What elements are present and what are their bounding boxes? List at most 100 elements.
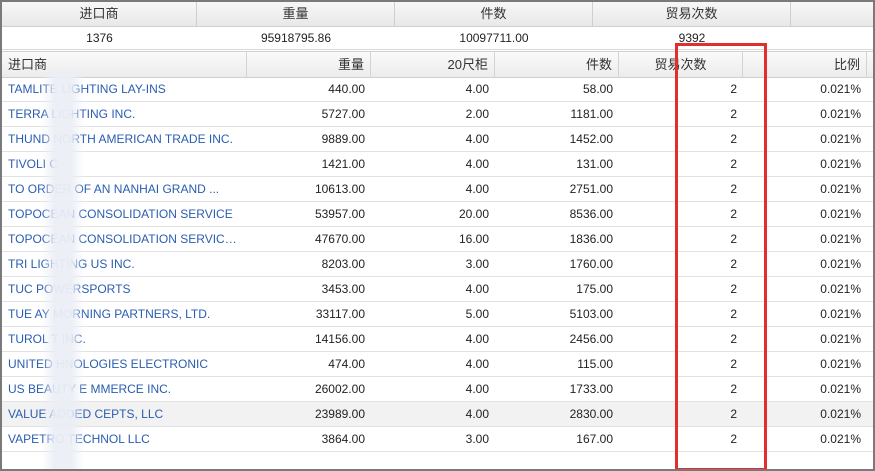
table-row[interactable]: TOPOCEAN CONSOLIDATION SERVICE (LO 47670.… [2,227,873,252]
cell-20ft-container: 16.00 [458,232,489,246]
cell-20ft-container: 4.00 [465,357,489,371]
cell-weight: 10613.00 [314,182,365,196]
cell-ratio: 0.021% [820,307,861,321]
col-header-weight[interactable]: 重量 [247,52,371,77]
cell-importer-name[interactable]: TOPOCEAN CONSOLIDATION SERVICE (LO [2,227,247,252]
cell-importer-name[interactable]: TUC POWERSPORTS [2,277,247,302]
cell-importer-name[interactable]: TUROL T INC. [2,327,247,352]
cell-ratio: 0.021% [820,257,861,271]
cell-trades: 2 [730,307,737,321]
cell-weight: 23989.00 [314,407,365,421]
cell-20ft-container: 3.00 [465,432,489,446]
cell-pieces: 2456.00 [569,332,613,346]
cell-20ft-container: 3.00 [465,257,489,271]
cell-pieces: 1836.00 [569,232,613,246]
table-row[interactable]: TUC POWERSPORTS 3453.00 4.00 175.00 2 0.021% [2,277,873,302]
cell-20ft-container: 4.00 [465,407,489,421]
cell-pieces: 115.00 [577,357,613,371]
table-row[interactable]: TRI LIGHTING US INC. 8203.00 3.00 1760.00 2 0… [2,252,873,277]
cell-importer-name[interactable]: UNITED HNOLOGIES ELECTRONIC [2,352,247,377]
cell-importer-name[interactable]: US BEAUTY E MMERCE INC. [2,377,247,402]
cell-weight: 3864.00 [321,432,365,446]
cell-ratio: 0.021% [820,382,861,396]
col-header-trades[interactable]: 贸易次数 [619,52,743,77]
summary-col-extra[interactable]: 2 [791,2,873,26]
cell-importer-name[interactable]: TAMLITE LIGHTING LAY-INS [2,77,247,102]
summary-trades-total: 9392 [678,31,706,45]
cell-weight: 3453.00 [321,282,365,296]
cell-importer-name[interactable]: VALUE ADDED CEPTS, LLC [2,402,247,427]
cell-ratio: 0.021% [820,407,861,421]
table-body: TAMLITE LIGHTING LAY-INS 440.00 4.00 58.00 2… [2,77,873,452]
cell-20ft-container: 4.00 [465,132,489,146]
cell-20ft-container: 4.00 [465,82,489,96]
cell-20ft-container: 4.00 [465,282,489,296]
cell-weight: 474.00 [328,357,365,371]
cell-pieces: 175.00 [576,282,613,296]
cell-trades: 2 [730,257,737,271]
cell-trades: 2 [730,82,737,96]
table-row[interactable]: TUROL T INC. 14156.00 4.00 2456.00 2 0.021% [2,327,873,352]
cell-importer-name[interactable]: TRI LIGHTING US INC. [2,252,247,277]
cell-trades: 2 [730,232,737,246]
cell-weight: 440.00 [328,82,365,96]
cell-trades: 2 [730,282,737,296]
col-header-pieces[interactable]: 件数 [495,52,619,77]
cell-weight: 8203.00 [321,257,365,271]
cell-importer-name[interactable]: TUE AY MORNING PARTNERS, LTD. [2,302,247,327]
cell-trades: 2 [730,382,737,396]
summary-extra-value: 20 [791,27,873,49]
summary-col-trades[interactable]: 贸易次数 [593,2,791,26]
table-row[interactable]: UNITED HNOLOGIES ELECTRONIC 474.00 4.00 115… [2,352,873,377]
cell-20ft-container: 5.00 [465,307,489,321]
cell-20ft-container: 2.00 [465,107,489,121]
table-row[interactable]: THUND NORTH AMERICAN TRADE INC. 9889.00 4.… [2,127,873,152]
col-header-importer[interactable]: 进口商 [2,52,247,77]
cell-importer-name[interactable]: TOPOCEAN CONSOLIDATION SERVICE [2,202,247,227]
cell-trades: 2 [730,357,737,371]
cell-pieces: 131.00 [576,157,613,171]
cell-importer-name[interactable]: VAPETRO TECHNOL LLC [2,427,247,452]
cell-importer-name[interactable]: TO ORDER OF AN NANHAI GRAND ... [2,177,247,202]
cell-trades: 2 [730,132,737,146]
summary-col-importer[interactable]: 进口商 [2,2,197,26]
cell-importer-name[interactable]: THUND NORTH AMERICAN TRADE INC. [2,127,247,152]
cell-importer-name[interactable]: TERRA LIGHTING INC. [2,102,247,127]
cell-pieces: 2751.00 [569,182,613,196]
cell-ratio: 0.021% [820,332,861,346]
cell-trades: 2 [730,157,737,171]
cell-20ft-container: 4.00 [465,182,489,196]
cell-pieces: 8536.00 [569,207,613,221]
table-row[interactable]: TIVOLI C 1421.00 4.00 131.00 2 0.021% [2,152,873,177]
cell-pieces: 58.00 [582,82,613,96]
table-row[interactable]: US BEAUTY E MMERCE INC. 26002.00 4.00 1733.… [2,377,873,402]
summary-col-pieces[interactable]: 件数 [395,2,593,26]
cell-trades: 2 [730,207,737,221]
table-row[interactable]: TUE AY MORNING PARTNERS, LTD. 33117.00 5.0… [2,302,873,327]
cell-20ft-container: 4.00 [465,382,489,396]
table-row[interactable]: VAPETRO TECHNOL LLC 3864.00 3.00 167.00 2 0.0… [2,427,873,452]
cell-trades: 2 [730,432,737,446]
cell-trades: 2 [730,182,737,196]
table-row[interactable]: TOPOCEAN CONSOLIDATION SERVICE 53957.00 20… [2,202,873,227]
table-row[interactable]: TO ORDER OF AN NANHAI GRAND ... 10613.00 4… [2,177,873,202]
col-header-ratio[interactable]: 比例 [743,52,867,77]
cell-weight: 9889.00 [321,132,365,146]
cell-ratio: 0.021% [820,207,861,221]
cell-weight: 47670.00 [314,232,365,246]
cell-ratio: 0.021% [820,282,861,296]
table-row[interactable]: TERRA LIGHTING INC. 5727.00 2.00 1181.00 2 0.… [2,102,873,127]
cell-weight: 26002.00 [314,382,365,396]
data-grid-frame: 进口商 重量 件数 贸易次数 2 1376 95918795.86 100977… [0,0,875,471]
cell-20ft-container: 4.00 [465,157,489,171]
cell-pieces: 167.00 [576,432,613,446]
cell-ratio: 0.021% [820,82,861,96]
table-header: 进口商 重量 20尺柜 件数 贸易次数 比例 [2,51,873,78]
table-row[interactable]: VALUE ADDED CEPTS, LLC 23989.00 4.00 2830.0… [2,402,873,427]
summary-col-weight[interactable]: 重量 [197,2,395,26]
cell-pieces: 1733.00 [569,382,613,396]
col-header-20ft-container[interactable]: 20尺柜 [371,52,495,77]
table-row[interactable]: TAMLITE LIGHTING LAY-INS 440.00 4.00 58.00 2… [2,77,873,102]
cell-pieces: 1181.00 [570,107,614,121]
cell-importer-name[interactable]: TIVOLI C [2,152,247,177]
